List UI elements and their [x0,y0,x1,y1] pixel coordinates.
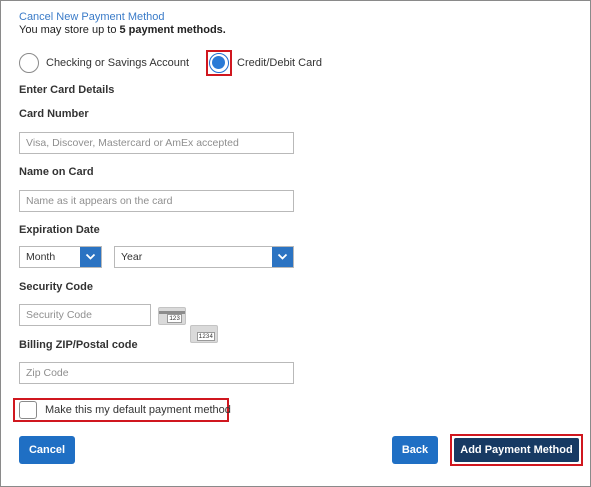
name-on-card-input[interactable] [19,190,294,212]
radio-card-option[interactable]: Credit/Debit Card [209,51,322,75]
year-select-value: Year [121,251,143,263]
radio-card[interactable] [209,53,229,73]
security-code-label: Security Code [19,281,93,293]
month-select[interactable]: Month [19,246,102,268]
expiration-date-label: Expiration Date [19,224,100,236]
chevron-down-icon[interactable] [272,247,293,267]
radio-checking-option[interactable]: Checking or Savings Account [19,51,189,75]
section-title: Enter Card Details [19,84,115,96]
security-code-input[interactable] [19,304,151,326]
card-front-cvv-icon: 1234 [190,325,218,343]
name-on-card-label: Name on Card [19,166,94,178]
radio-card-label[interactable]: Credit/Debit Card [237,57,322,69]
zip-input[interactable] [19,362,294,384]
cancel-new-payment-link[interactable]: Cancel New Payment Method [19,11,165,23]
limit-prefix: You may store up to [19,24,120,36]
year-select[interactable]: Year [114,246,294,268]
radio-checking[interactable] [19,53,39,73]
chevron-down-icon[interactable] [80,247,101,267]
card-number-label: Card Number [19,108,89,120]
cvv-4-digit: 1234 [196,332,215,341]
add-payment-method-button[interactable]: Add Payment Method [454,438,579,462]
payment-limit-text: You may store up to 5 payment methods. [19,24,226,36]
radio-checking-label[interactable]: Checking or Savings Account [46,57,189,69]
default-payment-label[interactable]: Make this my default payment method [45,404,231,416]
cvv-3-digit: 123 [167,314,182,323]
card-back-cvv-icon: 123 [158,307,186,325]
month-select-value: Month [26,251,56,263]
default-payment-checkbox[interactable] [19,401,37,419]
back-button[interactable]: Back [392,436,438,464]
card-number-input[interactable] [19,132,294,154]
add-payment-highlight: Add Payment Method [450,434,583,466]
cancel-button[interactable]: Cancel [19,436,75,464]
limit-count: 5 payment methods. [119,24,226,36]
zip-label: Billing ZIP/Postal code [19,339,138,351]
